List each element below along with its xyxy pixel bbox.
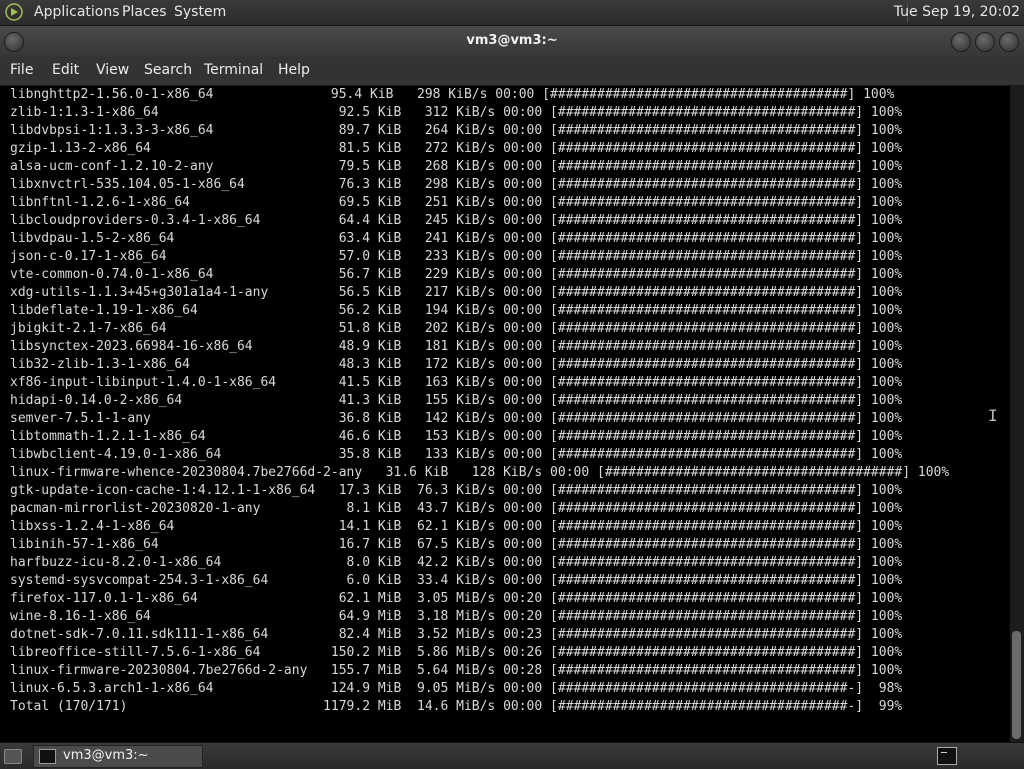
terminal-line: linux-firmware-whence-20230804.7be2766d-…	[10, 465, 950, 480]
distro-logo-icon[interactable]	[5, 3, 23, 21]
terminal-icon	[39, 749, 56, 764]
ibeam-cursor-icon: I	[988, 406, 998, 425]
terminal-line: hidapi-0.14.0-2-x86_64 41.3 KiB 155 KiB/…	[10, 393, 903, 408]
workspace-switcher-icon[interactable]	[937, 747, 957, 765]
system-menu[interactable]: System	[174, 4, 226, 21]
terminal-line: systemd-sysvcompat-254.3-1-x86_64 6.0 Ki…	[10, 573, 903, 588]
terminal-menubar: File Edit View Search Terminal Help	[0, 57, 1024, 86]
terminal-line: libxnvctrl-535.104.05-1-x86_64 76.3 KiB …	[10, 177, 903, 192]
taskbar-button-label: vm3@vm3:~	[63, 748, 149, 763]
menu-terminal[interactable]: Terminal	[204, 62, 263, 78]
terminal-line: libinih-57-1-x86_64 16.7 KiB 67.5 KiB/s …	[10, 537, 903, 552]
top-panel: Applications Places System Tue Sep 19, 2…	[0, 0, 1024, 26]
terminal-line: libnftnl-1.2.6-1-x86_64 69.5 KiB 251 KiB…	[10, 195, 903, 210]
terminal-line: libreoffice-still-7.5.6-1-x86_64 150.2 M…	[10, 645, 903, 660]
places-menu[interactable]: Places	[122, 4, 167, 21]
terminal-line: libnghttp2-1.56.0-1-x86_64 95.4 KiB 298 …	[10, 87, 895, 102]
menu-search[interactable]: Search	[144, 62, 192, 78]
terminal-line: firefox-117.0.1-1-x86_64 62.1 MiB 3.05 M…	[10, 591, 903, 606]
terminal-line: gzip-1.13-2-x86_64 81.5 KiB 272 KiB/s 00…	[10, 141, 903, 156]
terminal-scrollbar[interactable]	[1010, 86, 1024, 742]
terminal-line: jbigkit-2.1-7-x86_64 51.8 KiB 202 KiB/s …	[10, 321, 903, 336]
terminal-line: json-c-0.17-1-x86_64 57.0 KiB 233 KiB/s …	[10, 249, 903, 264]
terminal-line: libsynctex-2023.66984-16-x86_64 48.9 KiB…	[10, 339, 903, 354]
terminal-line: libtommath-1.2.1-1-x86_64 46.6 KiB 153 K…	[10, 429, 903, 444]
terminal-line: xdg-utils-1.1.3+45+g301a1a4-1-any 56.5 K…	[10, 285, 903, 300]
terminal-line: linux-firmware-20230804.7be2766d-2-any 1…	[10, 663, 903, 678]
menu-edit[interactable]: Edit	[52, 62, 79, 78]
show-desktop-icon[interactable]	[4, 749, 22, 764]
terminal-line: libcloudproviders-0.3.4-1-x86_64 64.4 Ki…	[10, 213, 903, 228]
terminal-line: gtk-update-icon-cache-1:4.12.1-1-x86_64 …	[10, 483, 903, 498]
terminal-line: wine-8.16-1-x86_64 64.9 MiB 3.18 MiB/s 0…	[10, 609, 903, 624]
terminal-line: pacman-mirrorlist-20230820-1-any 8.1 KiB…	[10, 501, 903, 516]
close-button[interactable]	[999, 32, 1019, 52]
terminal-line: libvdpau-1.5-2-x86_64 63.4 KiB 241 KiB/s…	[10, 231, 903, 246]
terminal-line: lib32-zlib-1.3-1-x86_64 48.3 KiB 172 KiB…	[10, 357, 903, 372]
terminal-output[interactable]: libnghttp2-1.56.0-1-x86_64 95.4 KiB 298 …	[0, 86, 1010, 742]
terminal-line: libwbclient-4.19.0-1-x86_64 35.8 KiB 133…	[10, 447, 903, 462]
menu-help[interactable]: Help	[278, 62, 310, 78]
maximize-button[interactable]	[975, 32, 995, 52]
terminal-line: semver-7.5.1-1-any 36.8 KiB 142 KiB/s 00…	[10, 411, 903, 426]
minimize-button[interactable]	[951, 32, 971, 52]
scrollbar-thumb[interactable]	[1012, 631, 1021, 739]
window-titlebar[interactable]: vm3@vm3:~	[0, 26, 1024, 57]
terminal-line: Total (170/171) 1179.2 MiB 14.6 MiB/s 00…	[10, 699, 903, 714]
bottom-panel: vm3@vm3:~	[0, 742, 1024, 769]
terminal-line: dotnet-sdk-7.0.11.sdk111-1-x86_64 82.4 M…	[10, 627, 903, 642]
terminal-line: libdeflate-1.19-1-x86_64 56.2 KiB 194 Ki…	[10, 303, 903, 318]
terminal-line: xf86-input-libinput-1.4.0-1-x86_64 41.5 …	[10, 375, 903, 390]
window-title: vm3@vm3:~	[466, 33, 558, 48]
terminal-line: linux-6.5.3.arch1-1-x86_64 124.9 MiB 9.0…	[10, 681, 903, 696]
applications-menu[interactable]: Applications	[34, 4, 120, 21]
taskbar-terminal-button[interactable]: vm3@vm3:~	[33, 745, 203, 768]
menu-file[interactable]: File	[10, 62, 33, 78]
terminal-line: libdvbpsi-1:1.3.3-3-x86_64 89.7 KiB 264 …	[10, 123, 903, 138]
panel-clock[interactable]: Tue Sep 19, 20:02	[894, 4, 1020, 21]
menu-view[interactable]: View	[96, 62, 129, 78]
terminal-line: alsa-ucm-conf-1.2.10-2-any 79.5 KiB 268 …	[10, 159, 903, 174]
terminal-line: libxss-1.2.4-1-x86_64 14.1 KiB 62.1 KiB/…	[10, 519, 903, 534]
terminal-line: zlib-1:1.3-1-x86_64 92.5 KiB 312 KiB/s 0…	[10, 105, 903, 120]
terminal-line: vte-common-0.74.0-1-x86_64 56.7 KiB 229 …	[10, 267, 903, 282]
terminal-line: harfbuzz-icu-8.2.0-1-x86_64 8.0 KiB 42.2…	[10, 555, 903, 570]
